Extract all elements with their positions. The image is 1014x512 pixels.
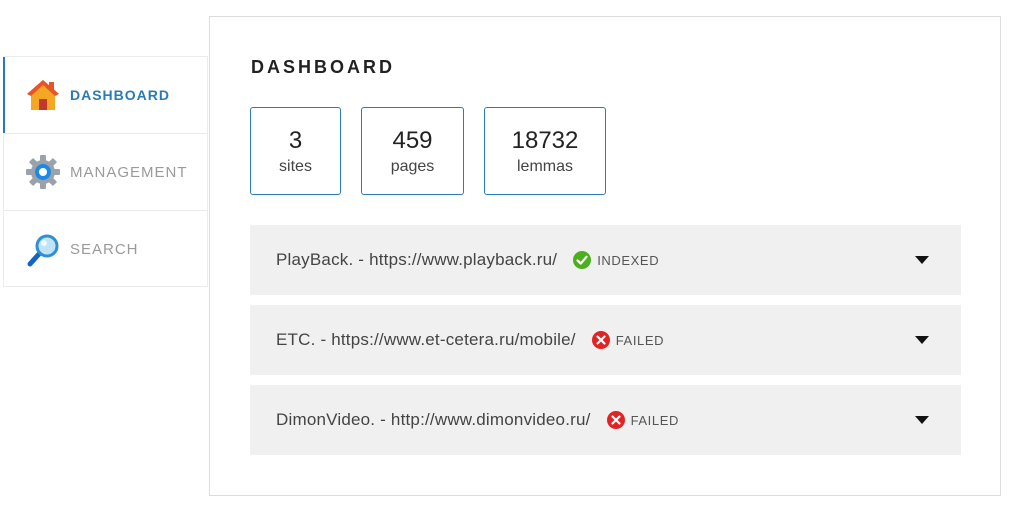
status-label: FAILED (630, 412, 679, 428)
sidebar-item-search[interactable]: SEARCH (4, 211, 207, 288)
dashboard-panel: DASHBOARD 3 sites 459 pages 18732 lemmas… (209, 16, 1001, 496)
error-circle-icon (606, 411, 625, 429)
error-circle-icon (591, 331, 610, 349)
home-icon (24, 76, 62, 114)
status-badge: INDEXED (573, 251, 659, 269)
stats-row: 3 sites 459 pages 18732 lemmas (250, 107, 626, 195)
chevron-down-icon[interactable] (915, 336, 929, 344)
gear-icon (24, 153, 62, 191)
sites-list: PlayBack. - https://www.playback.ru/ IND… (250, 225, 961, 465)
stat-card-pages: 459 pages (361, 107, 464, 195)
sidebar-item-management[interactable]: MANAGEMENT (4, 134, 207, 211)
chevron-down-icon[interactable] (915, 256, 929, 264)
site-row[interactable]: DimonVideo. - http://www.dimonvideo.ru/ … (250, 385, 961, 455)
page-title: DASHBOARD (251, 57, 395, 77)
stat-value: 459 (392, 127, 433, 154)
stat-value: 18732 (511, 127, 579, 154)
site-row[interactable]: ETC. - https://www.et-cetera.ru/mobile/ … (250, 305, 961, 375)
status-badge: FAILED (591, 331, 665, 349)
status-label: FAILED (615, 332, 665, 348)
site-name-url: PlayBack. - https://www.playback.ru/ (276, 250, 558, 269)
magnifier-icon (24, 231, 62, 269)
sidebar-item-dashboard[interactable]: DASHBOARD (3, 57, 207, 134)
site-name-url: DimonVideo. - http://www.dimonvideo.ru/ (276, 410, 591, 429)
stat-label: sites (279, 158, 312, 175)
site-name-url: ETC. - https://www.et-cetera.ru/mobile/ (276, 330, 576, 349)
status-badge: FAILED (606, 411, 679, 429)
chevron-down-icon[interactable] (915, 416, 929, 424)
stat-card-lemmas: 18732 lemmas (484, 107, 606, 195)
site-row[interactable]: PlayBack. - https://www.playback.ru/ IND… (250, 225, 961, 295)
stat-label: lemmas (516, 158, 573, 175)
sidebar: DASHBOARD MANAGEMENT SEARCH (3, 56, 208, 287)
stat-label: pages (390, 158, 435, 175)
sidebar-item-label: SEARCH (70, 241, 139, 258)
check-circle-icon (573, 251, 592, 269)
sidebar-item-label: DASHBOARD (70, 87, 170, 103)
sidebar-item-label: MANAGEMENT (70, 163, 188, 181)
stat-card-sites: 3 sites (250, 107, 341, 195)
stat-value: 3 (288, 127, 303, 154)
status-label: INDEXED (597, 252, 660, 268)
